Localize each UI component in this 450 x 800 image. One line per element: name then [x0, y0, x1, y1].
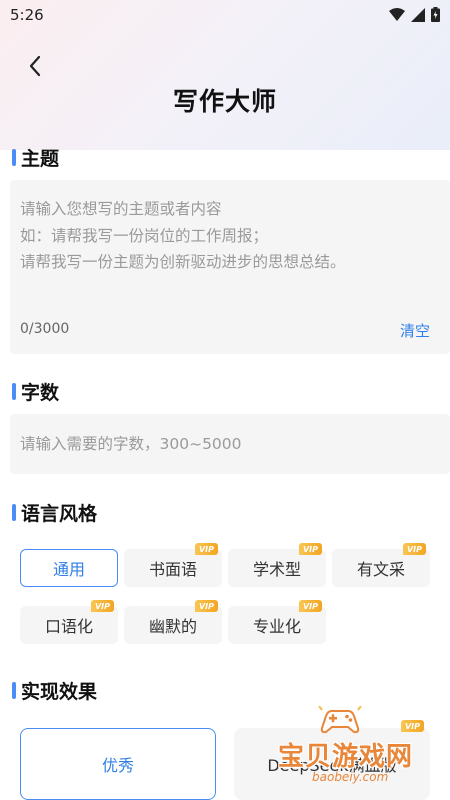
watermark: 宝贝游戏网 baobeiy.com	[272, 706, 450, 800]
watermark-url: baobeiy.com	[312, 770, 389, 784]
style-option-label: 专业化	[252, 617, 301, 636]
page-title: 写作大师	[172, 87, 277, 116]
word-count-input[interactable]	[20, 414, 440, 474]
char-count: 0/3000	[20, 321, 70, 337]
style-option-literary[interactable]: 有文采 VIP	[332, 543, 430, 587]
topic-textarea[interactable]: 请输入您想写的主题或者内容 如：请帮我写一份岗位的工作周报； 请帮我写一份主题为…	[10, 180, 450, 354]
style-option-label: 幽默的	[148, 617, 197, 636]
chevron-left-icon	[29, 55, 41, 77]
status-time: 5:26	[10, 6, 44, 24]
vip-badge: VIP	[298, 600, 322, 612]
effect-option-label: 优秀	[101, 756, 134, 775]
style-section-title: 语言风格	[12, 499, 97, 526]
vip-badge: VIP	[402, 543, 426, 555]
style-option-colloquial[interactable]: 口语化 VIP	[20, 600, 118, 644]
word-count-title-text: 字数	[21, 382, 60, 404]
cellular-signal-icon	[411, 7, 425, 22]
wifi-icon	[389, 7, 405, 21]
style-option-academic[interactable]: 学术型 VIP	[228, 543, 326, 587]
vip-badge: VIP	[194, 600, 218, 612]
section-accent-bar	[12, 504, 16, 521]
vip-badge: VIP	[194, 543, 218, 555]
vip-badge: VIP	[90, 600, 114, 612]
back-button[interactable]	[22, 52, 50, 80]
style-option-general[interactable]: 通用	[20, 549, 118, 587]
battery-icon	[431, 7, 440, 22]
effect-title-text: 实现效果	[21, 681, 98, 703]
watermark-text: 宝贝游戏网	[278, 742, 414, 772]
word-count-field[interactable]	[10, 414, 450, 474]
effect-section-title: 实现效果	[12, 677, 97, 704]
style-option-label: 通用	[52, 560, 85, 579]
clear-button[interactable]: 清空	[400, 320, 430, 341]
status-bar: 5:26	[0, 0, 450, 32]
style-option-label: 有文采	[356, 560, 405, 579]
style-option-written[interactable]: 书面语 VIP	[124, 543, 222, 587]
vip-badge: VIP	[298, 543, 322, 555]
word-count-section-title: 字数	[12, 378, 59, 405]
topic-section-title: 主题	[12, 144, 59, 171]
section-accent-bar	[12, 383, 16, 400]
effect-option-excellent[interactable]: 优秀	[20, 728, 216, 800]
style-title-text: 语言风格	[21, 503, 98, 525]
style-option-label: 书面语	[148, 560, 197, 579]
section-accent-bar	[12, 682, 16, 699]
style-option-professional[interactable]: 专业化 VIP	[228, 600, 326, 644]
section-accent-bar	[12, 149, 16, 166]
style-option-label: 学术型	[252, 560, 301, 579]
topic-title-text: 主题	[21, 148, 60, 170]
status-icons	[389, 7, 440, 22]
topic-placeholder: 请输入您想写的主题或者内容 如：请帮我写一份岗位的工作周报； 请帮我写一份主题为…	[20, 200, 346, 271]
gamepad-icon	[318, 706, 362, 734]
style-option-label: 口语化	[44, 617, 93, 636]
style-option-humorous[interactable]: 幽默的 VIP	[124, 600, 222, 644]
